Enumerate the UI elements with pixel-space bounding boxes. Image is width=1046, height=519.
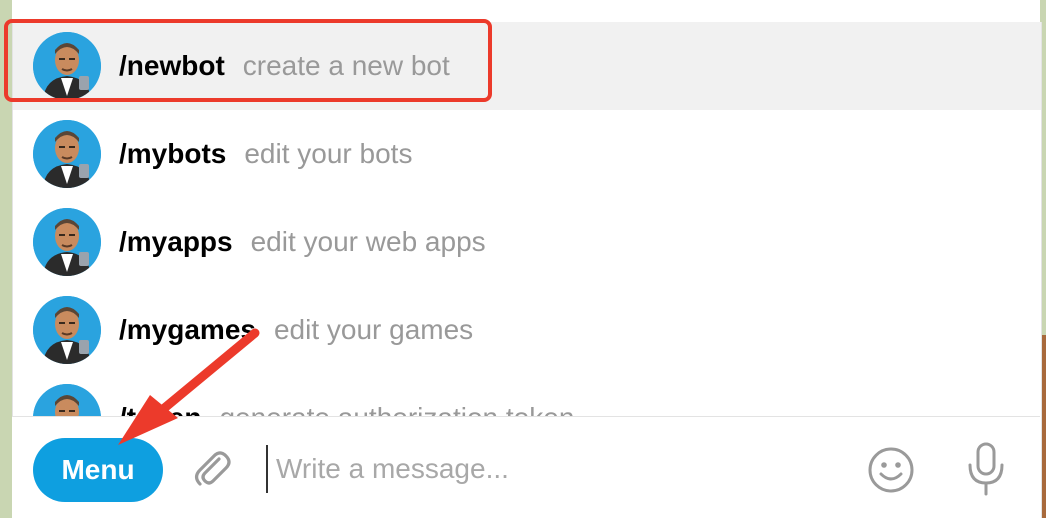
message-input[interactable]	[266, 445, 838, 493]
smiley-icon[interactable]	[866, 445, 916, 495]
command-description: edit your games	[273, 314, 474, 345]
menu-button[interactable]: Menu	[33, 438, 163, 502]
annotation-highlight-box	[4, 19, 492, 102]
botfather-avatar	[33, 384, 101, 417]
command-item-mybots[interactable]: /mybots edit your bots	[13, 110, 1041, 198]
botfather-avatar	[33, 120, 101, 188]
microphone-icon[interactable]	[964, 441, 1008, 497]
command-item-token[interactable]: /token generate authorization token	[13, 374, 1041, 417]
botfather-avatar	[33, 208, 101, 276]
paperclip-icon[interactable]	[188, 445, 236, 493]
command-description: generate authorization token	[219, 402, 574, 417]
botfather-avatar	[33, 296, 101, 364]
command-name: /myapps	[119, 226, 233, 257]
command-description: edit your bots	[244, 138, 413, 169]
command-name: /token	[119, 402, 201, 417]
message-composer: Menu	[12, 416, 1040, 519]
command-item-mygames[interactable]: /mygames edit your games	[13, 286, 1041, 374]
command-description: edit your web apps	[250, 226, 486, 257]
command-item-myapps[interactable]: /myapps edit your web apps	[13, 198, 1041, 286]
command-name: /mygames	[119, 314, 256, 345]
command-name: /mybots	[119, 138, 227, 169]
